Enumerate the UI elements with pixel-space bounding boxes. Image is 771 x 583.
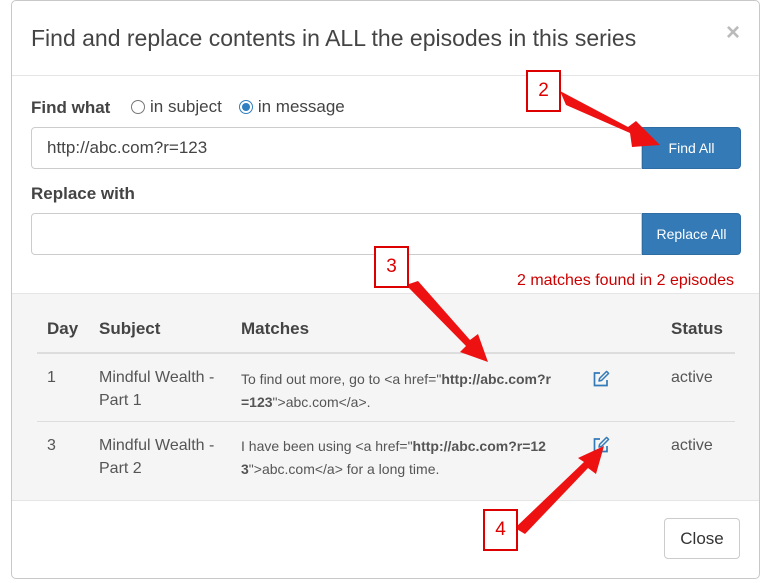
row-day: 3: [47, 437, 56, 454]
find-input[interactable]: http://abc.com?r=123: [31, 127, 642, 169]
radio-unchecked-icon[interactable]: [131, 100, 145, 114]
edit-icon[interactable]: [592, 370, 610, 388]
subject-line-2: Part 1: [99, 392, 142, 409]
replace-input[interactable]: [31, 213, 642, 255]
row-match-text: To find out more, go to <a href="http://…: [241, 368, 571, 414]
replace-with-label: Replace with: [31, 184, 135, 203]
callout-2: 2: [526, 70, 561, 112]
radio-in-message[interactable]: in message: [238, 97, 345, 117]
subject-line-1: Mindful Wealth -: [99, 369, 215, 386]
callout-4: 4: [483, 509, 518, 551]
match-highlight: http://abc.com?r=12: [412, 438, 546, 454]
row-status: active: [671, 437, 713, 454]
header-subject: Subject: [99, 319, 161, 338]
table-row: 1 Mindful Wealth - Part 1 To find out mo…: [37, 354, 735, 422]
results-table: Day Subject Matches Status 1 Mindful Wea…: [37, 294, 735, 494]
close-button[interactable]: Close: [664, 518, 740, 559]
radio-checked-icon[interactable]: [238, 100, 253, 114]
subject-line-1: Mindful Wealth -: [99, 437, 215, 454]
matches-summary: 2 matches found in 2 episodes: [516, 272, 734, 289]
header-matches: Matches: [241, 319, 310, 338]
radio-in-subject-label: in subject: [150, 97, 222, 116]
row-match-text: I have been using <a href="http://abc.co…: [241, 435, 571, 481]
table-header: Day Subject Matches Status: [37, 294, 735, 354]
callout-3: 3: [374, 246, 409, 288]
table-row: 3 Mindful Wealth - Part 2 I have been us…: [37, 422, 735, 494]
row-status: active: [671, 369, 713, 386]
row-subject: Mindful Wealth - Part 2: [99, 434, 229, 480]
match-highlight-cont: =123: [241, 394, 273, 410]
subject-line-2: Part 2: [99, 460, 142, 477]
find-replace-dialog: Find and replace contents in ALL the epi…: [11, 0, 760, 579]
dialog-header: Find and replace contents in ALL the epi…: [12, 1, 759, 76]
find-what-label: Find what: [31, 98, 111, 117]
results-panel: Day Subject Matches Status 1 Mindful Wea…: [12, 293, 759, 501]
match-prefix: I have been using <a href=": [241, 438, 413, 454]
find-all-button[interactable]: Find All: [642, 127, 741, 169]
match-suffix: ">abc.com</a> for a long time.: [248, 461, 440, 477]
dialog-title: Find and replace contents in ALL the epi…: [31, 25, 637, 51]
dialog-footer: Close: [12, 499, 759, 578]
match-highlight-cont: 3: [241, 461, 249, 477]
close-icon[interactable]: ×: [726, 19, 740, 47]
edit-icon[interactable]: [592, 436, 610, 454]
row-subject: Mindful Wealth - Part 1: [99, 366, 229, 412]
replace-all-button[interactable]: Replace All: [642, 213, 741, 255]
search-scope-radio-group: in subject in message: [131, 97, 362, 117]
row-day: 1: [47, 369, 56, 386]
radio-in-subject[interactable]: in subject: [131, 97, 222, 117]
match-prefix: To find out more, go to <a href=": [241, 371, 442, 387]
header-status: Status: [671, 319, 723, 338]
match-highlight: http://abc.com?r: [441, 371, 551, 387]
header-day: Day: [47, 319, 79, 338]
radio-in-message-label: in message: [257, 97, 345, 116]
match-suffix: ">abc.com</a>.: [272, 394, 371, 410]
